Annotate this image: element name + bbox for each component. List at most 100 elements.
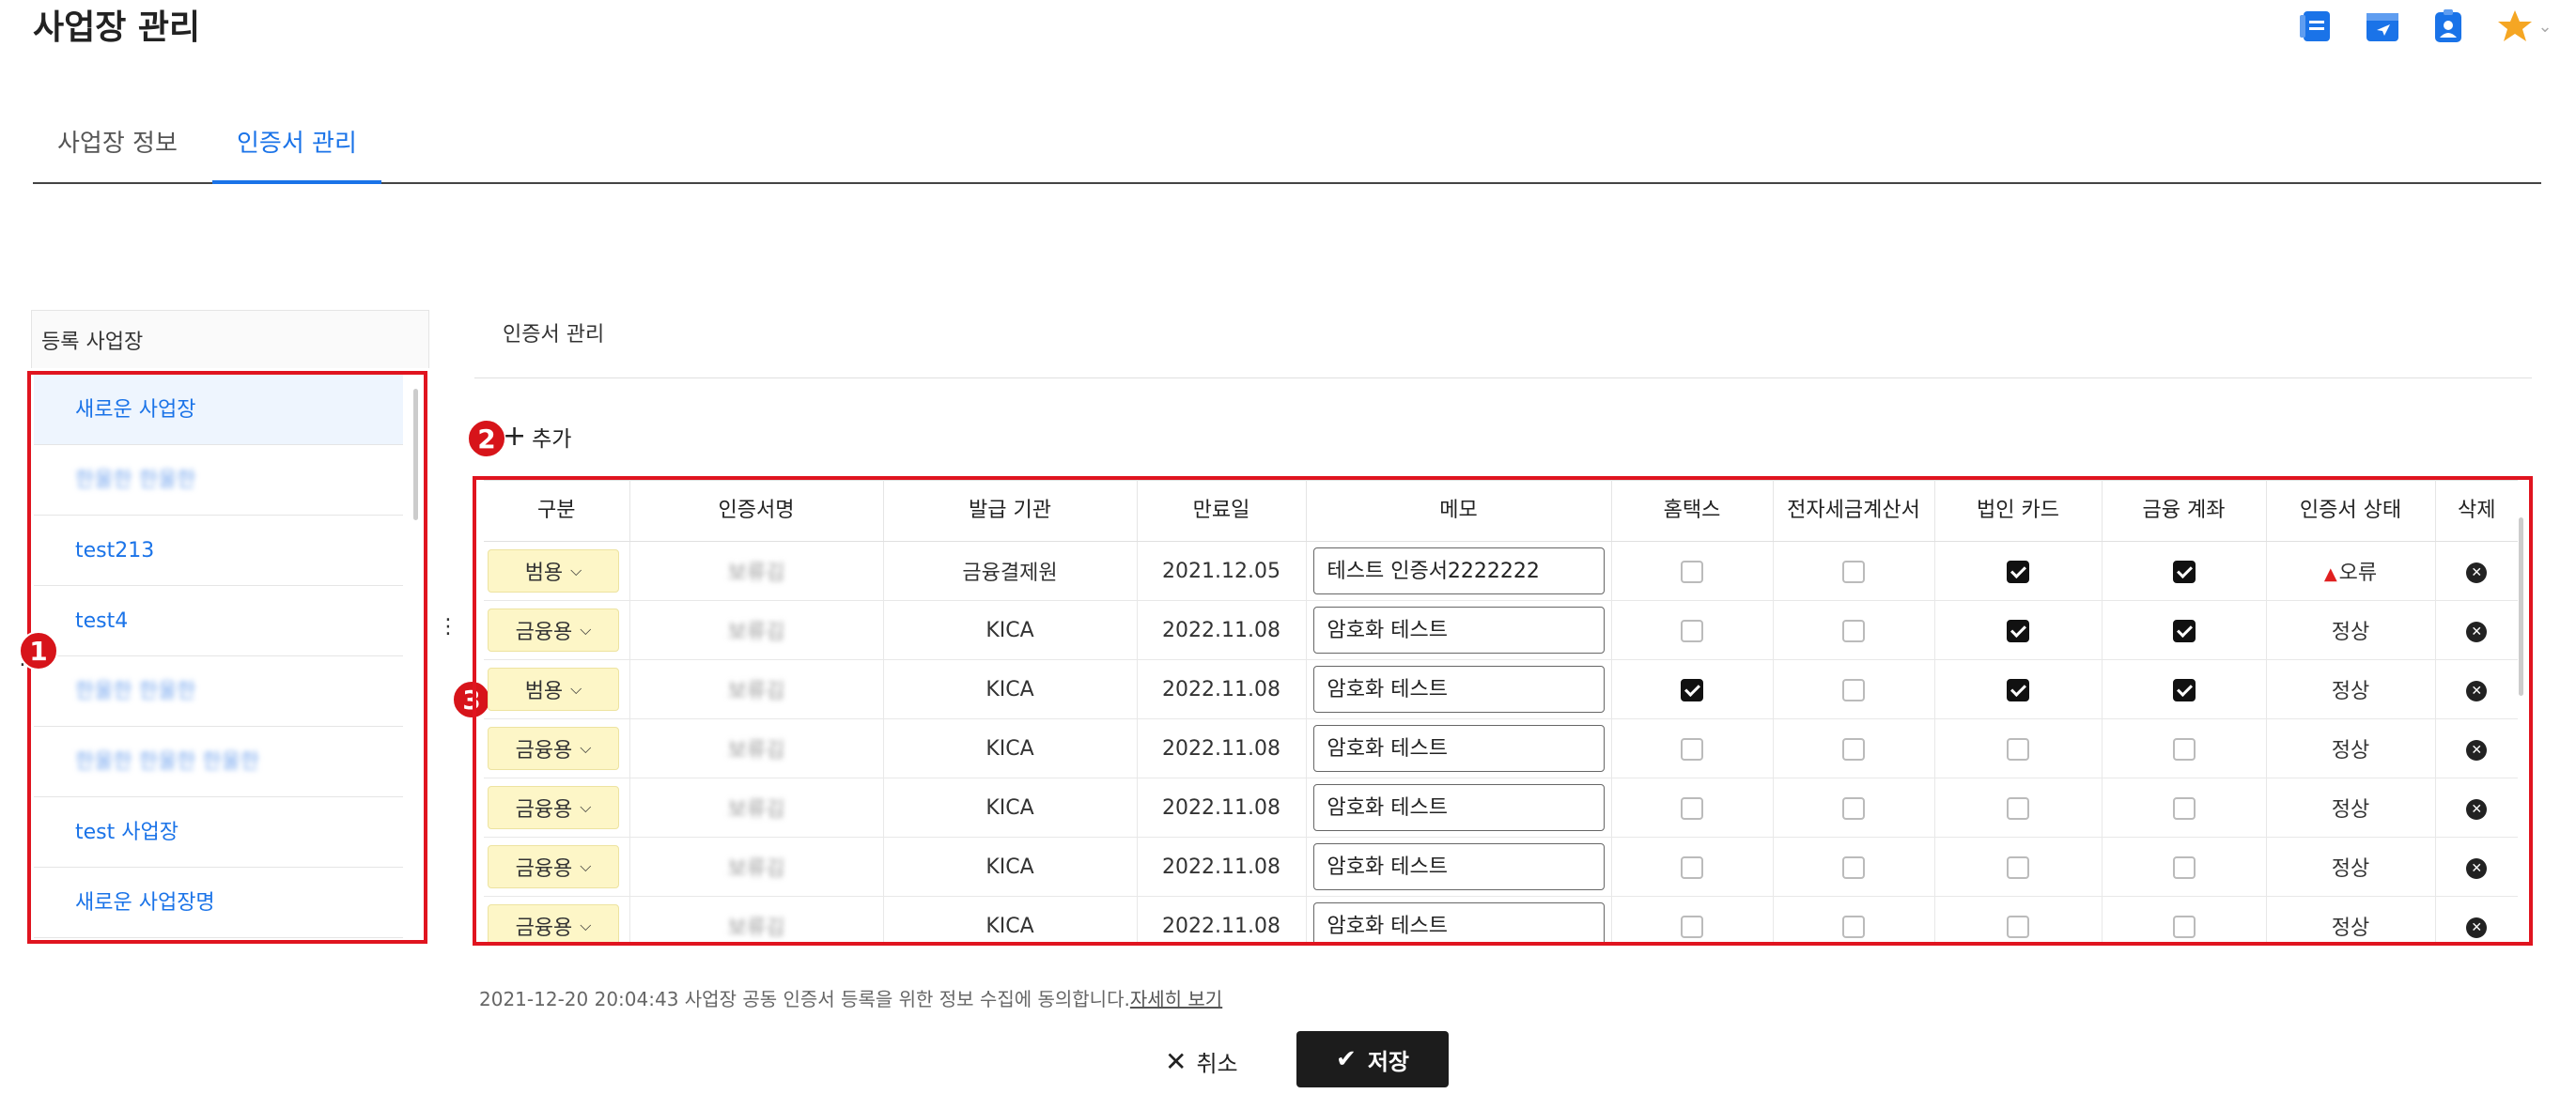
card-checkbox[interactable] — [2007, 678, 2029, 701]
card-checkbox[interactable] — [2007, 560, 2029, 583]
card-checkbox[interactable] — [2007, 855, 2029, 879]
type-select[interactable]: 금융용 ⌵ — [488, 727, 619, 770]
etax-checkbox[interactable] — [1842, 560, 1865, 583]
type-select[interactable]: 범용 ⌵ — [488, 668, 619, 711]
cert-name: 보류김 — [727, 621, 785, 644]
etax-checkbox[interactable] — [1842, 915, 1865, 938]
chevron-down-icon: ⌵ — [580, 739, 592, 757]
document-icon[interactable] — [2294, 4, 2339, 49]
chevron-down-icon[interactable]: ⌄ — [2537, 17, 2552, 37]
scrollbar[interactable] — [413, 389, 418, 520]
account-checkbox[interactable] — [2172, 678, 2196, 701]
delete-icon[interactable]: ✕ — [2466, 681, 2488, 701]
consent-label: 2021-12-20 20:04:43 사업장 공동 인증서 등록을 위한 정보… — [479, 988, 1130, 1010]
issuer-cell: KICA — [883, 896, 1138, 942]
memo-input[interactable]: 암호화 테스트 — [1312, 784, 1605, 831]
type-select[interactable]: 금융용 ⌵ — [488, 786, 619, 829]
cert-name: 보류김 — [727, 857, 785, 881]
list-item[interactable]: 한울한 한울한 — [34, 445, 403, 516]
account-checkbox[interactable] — [2172, 796, 2196, 820]
hometax-checkbox[interactable] — [1681, 678, 1703, 701]
list-item[interactable]: test4 — [34, 586, 403, 656]
delete-icon[interactable]: ✕ — [2466, 799, 2488, 820]
account-checkbox[interactable] — [2172, 619, 2196, 642]
list-item[interactable]: test213 — [34, 516, 403, 586]
list-item[interactable]: 한울한 한울한 한울한 — [34, 727, 403, 797]
list-item[interactable]: test 사업장 — [34, 797, 403, 868]
memo-input[interactable]: 암호화 테스트 — [1312, 725, 1605, 772]
type-value: 금융용 — [515, 798, 573, 822]
memo-input[interactable]: 암호화 테스트 — [1312, 666, 1605, 713]
scrollbar[interactable] — [2519, 517, 2523, 696]
status-badge: 정상 — [2331, 917, 2370, 940]
etax-checkbox[interactable] — [1842, 737, 1865, 761]
memo-input[interactable]: 테스트 인증서2222222 — [1312, 547, 1605, 594]
delete-icon[interactable]: ✕ — [2466, 858, 2488, 879]
add-button[interactable]: + 추가 — [503, 421, 571, 453]
cert-table: 구분 인증서명 발급 기관 만료일 메모 홈택스 전자세금계산서 법인 카드 금… — [473, 476, 2533, 946]
save-button[interactable]: ✔ 저장 — [1296, 1031, 1449, 1087]
list-item-label: 한울한 한울한 한울한 — [75, 750, 260, 774]
column-header: 발급 기관 — [883, 480, 1138, 542]
column-header: 메모 — [1306, 480, 1612, 542]
status-badge: 정상 — [2331, 621, 2370, 644]
list-item[interactable]: 새로운 사업장 — [34, 375, 403, 445]
top-toolbar: ⌄ — [2294, 4, 2557, 49]
account-checkbox[interactable] — [2172, 560, 2196, 583]
memo-input[interactable]: 암호화 테스트 — [1312, 607, 1605, 654]
table-row: 범용 ⌵ 보류김 KICA 2022.11.08 암호화 테스트 정상 ✕ — [484, 659, 2518, 719]
delete-icon[interactable]: ✕ — [2466, 917, 2488, 938]
chevron-down-icon: ⌵ — [580, 917, 592, 934]
list-item[interactable]: 한울한 한울한 — [34, 656, 403, 727]
account-checkbox[interactable] — [2172, 915, 2196, 938]
memo-input[interactable]: 암호화 테스트 — [1312, 843, 1605, 890]
details-link[interactable]: 자세히 보기 — [1130, 988, 1222, 1010]
column-header: 홈택스 — [1611, 480, 1774, 542]
tab-cert-management[interactable]: 인증서 관리 — [212, 122, 381, 184]
hometax-checkbox[interactable] — [1681, 737, 1703, 761]
table-row: 금융용 ⌵ 보류김 KICA 2022.11.08 암호화 테스트 정상 ✕ — [484, 600, 2518, 660]
cert-name: 보류김 — [727, 739, 785, 763]
contact-icon[interactable] — [2426, 4, 2471, 49]
hometax-checkbox[interactable] — [1681, 855, 1703, 879]
etax-checkbox[interactable] — [1842, 619, 1865, 642]
etax-checkbox[interactable] — [1842, 678, 1865, 701]
account-checkbox[interactable] — [2172, 737, 2196, 761]
hometax-checkbox[interactable] — [1681, 796, 1703, 820]
etax-checkbox[interactable] — [1842, 855, 1865, 879]
type-select[interactable]: 금융용 ⌵ — [488, 904, 619, 942]
list-item-label: 한울한 한울한 — [75, 680, 196, 703]
card-checkbox[interactable] — [2007, 915, 2029, 938]
list-item[interactable]: 새로운 사업장명 — [34, 868, 403, 938]
account-checkbox[interactable] — [2172, 855, 2196, 879]
delete-icon[interactable]: ✕ — [2466, 622, 2488, 642]
chevron-down-icon: ⌵ — [580, 798, 592, 816]
type-value: 금융용 — [515, 739, 573, 763]
etax-checkbox[interactable] — [1842, 796, 1865, 820]
delete-icon[interactable]: ✕ — [2466, 740, 2488, 761]
type-select[interactable]: 금융용 ⌵ — [488, 845, 619, 888]
delete-icon[interactable]: ✕ — [2466, 562, 2488, 583]
star-icon[interactable]: ⌄ — [2491, 4, 2557, 49]
issuer-cell: 금융결제원 — [883, 541, 1138, 601]
type-value: 범용 — [524, 680, 564, 703]
memo-input[interactable]: 암호화 테스트 — [1312, 902, 1605, 942]
card-checkbox[interactable] — [2007, 796, 2029, 820]
type-select[interactable]: 범용 ⌵ — [488, 549, 619, 593]
resize-handle-icon[interactable]: ⋮ — [438, 615, 458, 639]
hometax-checkbox[interactable] — [1681, 915, 1703, 938]
hometax-checkbox[interactable] — [1681, 560, 1703, 583]
issuer-cell: KICA — [883, 659, 1138, 719]
tab-business-info[interactable]: 사업장 정보 — [33, 122, 202, 180]
hometax-checkbox[interactable] — [1681, 619, 1703, 642]
cancel-button[interactable]: ✕ 취소 — [1165, 1033, 1238, 1089]
chevron-down-icon: ⌵ — [580, 857, 592, 875]
card-checkbox[interactable] — [2007, 619, 2029, 642]
calendar-icon[interactable] — [2360, 4, 2405, 49]
expiry-cell: 2022.11.08 — [1137, 659, 1307, 719]
type-select[interactable]: 금융용 ⌵ — [488, 609, 619, 652]
type-value: 금융용 — [515, 917, 573, 940]
tab-bar: 사업장 정보 인증서 관리 — [33, 111, 2541, 184]
chevron-down-icon: ⌵ — [570, 680, 582, 698]
card-checkbox[interactable] — [2007, 737, 2029, 761]
